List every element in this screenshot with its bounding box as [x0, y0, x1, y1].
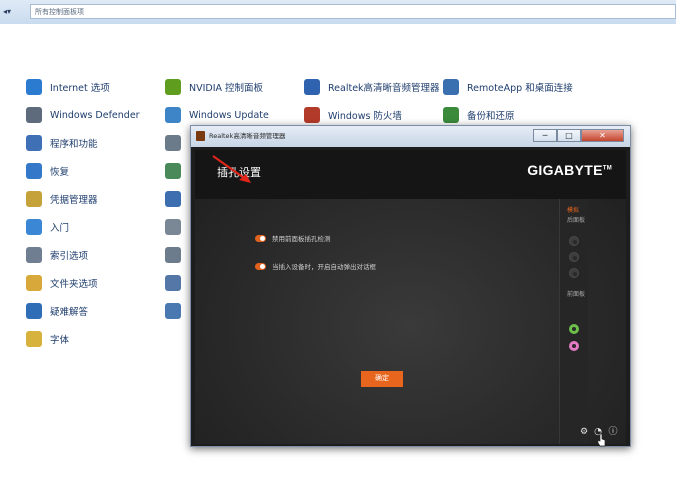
windows-update-icon	[165, 107, 181, 123]
info-icon[interactable]: ⓘ	[608, 427, 618, 437]
cp-item[interactable]	[165, 160, 189, 182]
option-label: 禁用前面板插孔检测	[272, 235, 331, 243]
minimize-button[interactable]: ─	[533, 129, 557, 142]
cp-item[interactable]	[165, 188, 189, 210]
cp-icon-6	[165, 219, 181, 235]
option-disable-front-jack-detect[interactable]: 禁用前面板插孔检测	[255, 233, 331, 243]
brand-text: GIGABYTE	[527, 162, 603, 178]
cp-item-label: 备份和还原	[467, 111, 515, 122]
cp-item[interactable]: Internet 选项	[26, 76, 110, 98]
credential-manager-icon	[26, 191, 42, 207]
cp-icon-7	[165, 247, 181, 263]
gear-icon[interactable]: ⚙	[579, 427, 589, 437]
realtek-dialog: Realtek高清晰音频管理器 ─ □ ✕ 插孔设置 GIGABYTETM 禁用…	[190, 125, 631, 447]
cp-item-label: Windows Update	[189, 109, 269, 121]
cp-item[interactable]: 字体	[26, 328, 69, 350]
nvidia-icon	[165, 79, 181, 95]
toggle-switch[interactable]	[255, 234, 266, 242]
hand-cursor-icon	[597, 433, 606, 447]
rear-jack-3-icon[interactable]	[569, 268, 579, 278]
cp-item-label: 程序和功能	[50, 139, 98, 150]
rear-jack-1-icon[interactable]	[569, 236, 579, 246]
folder-options-icon	[26, 275, 42, 291]
cp-item[interactable]	[165, 272, 189, 294]
cp-item-label: Internet 选项	[50, 83, 110, 94]
front-jack-pink-icon[interactable]	[569, 341, 579, 351]
dialog-header: 插孔设置 GIGABYTETM	[195, 150, 626, 199]
cp-item-label: 文件夹选项	[50, 279, 98, 290]
cp-icon-5	[165, 191, 181, 207]
annotation-arrow-icon	[212, 155, 251, 183]
cp-item[interactable]: 文件夹选项	[26, 272, 98, 294]
cp-item[interactable]: Windows Defender	[26, 104, 140, 126]
cp-item[interactable]	[165, 244, 189, 266]
confirm-button[interactable]: 确定	[361, 371, 403, 387]
cp-item[interactable]: RemoteApp 和桌面连接	[443, 76, 573, 98]
cp-item[interactable]: NVIDIA 控制面板	[165, 76, 263, 98]
cp-item-label: 字体	[50, 335, 70, 346]
programs-icon	[26, 135, 42, 151]
cp-item-label: 恢复	[50, 167, 70, 178]
cp-icon-4	[165, 163, 181, 179]
cp-item[interactable]	[165, 216, 189, 238]
cp-item[interactable]: Realtek高清晰音频管理器	[304, 76, 440, 98]
cp-item[interactable]: 凭据管理器	[26, 188, 98, 210]
dialog-window-title: Realtek高清晰音频管理器	[209, 132, 286, 140]
cp-icon-9	[165, 303, 181, 319]
internet-options-icon	[26, 79, 42, 95]
brand-tm: TM	[602, 165, 612, 172]
getting-started-icon	[26, 219, 42, 235]
recovery-icon	[26, 163, 42, 179]
rear-jack-2-icon[interactable]	[569, 252, 579, 262]
cp-item[interactable]	[165, 132, 189, 154]
address-strip: ◂▾ 所有控制面板项	[0, 0, 676, 24]
option-auto-popup[interactable]: 当插入设备时，开启自动弹出对话框	[255, 261, 376, 271]
cp-item[interactable]: Windows 防火墙	[304, 104, 402, 126]
analog-section-title[interactable]: 模拟	[567, 205, 579, 214]
cp-item-label: 凭据管理器	[50, 195, 98, 206]
cp-item[interactable]: 入门	[26, 216, 69, 238]
gigabyte-logo: GIGABYTETM	[527, 162, 612, 178]
cp-item-label: Windows Defender	[50, 109, 140, 121]
defender-icon	[26, 107, 42, 123]
realtek-app-icon	[196, 131, 205, 141]
fonts-icon	[26, 331, 42, 347]
rear-panel-label: 后面板	[567, 217, 586, 224]
cp-item[interactable]: Windows Update	[165, 104, 269, 126]
remoteapp-icon	[443, 79, 459, 95]
cp-icon-3	[165, 135, 181, 151]
nav-dropdown-icon[interactable]: ◂▾	[3, 6, 27, 18]
troubleshooting-icon	[26, 303, 42, 319]
firewall-icon	[304, 107, 320, 123]
cp-item[interactable]: 恢复	[26, 160, 69, 182]
option-label: 当插入设备时，开启自动弹出对话框	[272, 263, 376, 271]
cp-item-label: 疑难解答	[50, 307, 89, 318]
cp-item-label: 入门	[50, 223, 70, 234]
toggle-switch[interactable]	[255, 262, 266, 270]
cp-item-label: RemoteApp 和桌面连接	[467, 83, 573, 94]
cp-item[interactable]: 程序和功能	[26, 132, 98, 154]
indexing-icon	[26, 247, 42, 263]
dialog-body: 插孔设置 GIGABYTETM 禁用前面板插孔检测 当插入设备时，开启自动弹出对…	[195, 150, 626, 447]
address-bar[interactable]: 所有控制面板项	[30, 4, 676, 19]
front-panel-label: 前面板	[567, 291, 586, 298]
close-button[interactable]: ✕	[581, 129, 624, 142]
cp-item[interactable]: 备份和还原	[443, 104, 515, 126]
backup-icon	[443, 107, 459, 123]
cp-item[interactable]: 索引选项	[26, 244, 88, 266]
cp-item[interactable]: 疑难解答	[26, 300, 88, 322]
realtek-icon	[304, 79, 320, 95]
dialog-titlebar[interactable]: Realtek高清晰音频管理器 ─ □ ✕	[191, 126, 630, 147]
jack-side-panel: 模拟 后面板 前面板	[559, 199, 588, 444]
front-jack-green-icon[interactable]	[569, 324, 579, 334]
maximize-button[interactable]: □	[557, 129, 581, 142]
cp-item-label: Realtek高清晰音频管理器	[328, 83, 440, 94]
cp-item-label: NVIDIA 控制面板	[189, 83, 264, 94]
cp-icon-8	[165, 275, 181, 291]
cp-item[interactable]	[165, 300, 189, 322]
cp-item-label: 索引选项	[50, 251, 89, 262]
cp-item-label: Windows 防火墙	[328, 111, 402, 122]
